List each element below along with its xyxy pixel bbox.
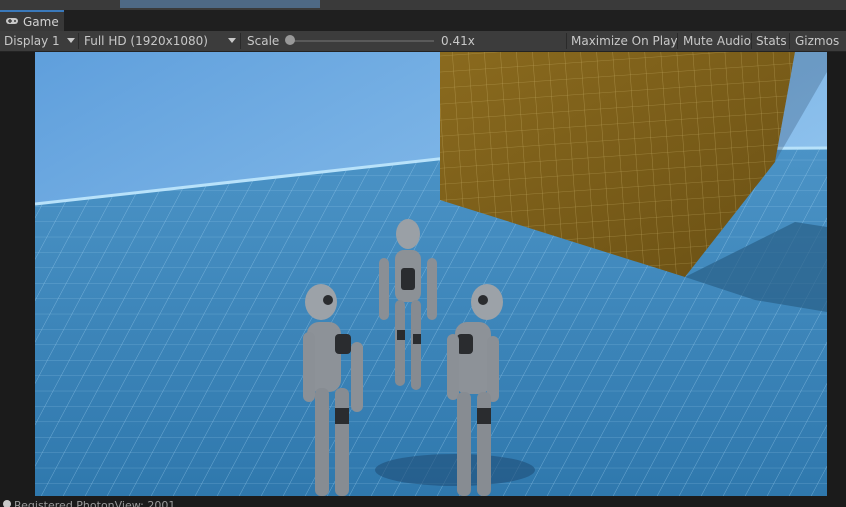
scene-view-edge — [120, 0, 320, 8]
toolbar-separator — [240, 33, 241, 49]
status-message: Registered PhotonView: 2001 — [14, 499, 176, 507]
scale-slider-handle[interactable] — [285, 35, 295, 45]
scale-label-text: Scale — [247, 34, 280, 48]
scale-label: Scale — [247, 31, 279, 51]
gizmos-button[interactable]: Gizmos — [792, 31, 842, 51]
resolution-chevron-down-icon — [228, 38, 236, 43]
toolbar-separator — [78, 33, 79, 49]
resolution-dropdown[interactable]: Full HD (1920x1080) — [84, 31, 208, 51]
scale-value: 0.41x — [441, 31, 475, 51]
mute-audio-label: Mute Audio — [683, 34, 751, 48]
robot-shadow — [375, 454, 535, 486]
scale-value-text: 0.41x — [441, 34, 475, 48]
editor-top-strip — [0, 0, 846, 10]
tab-game[interactable]: Game — [0, 10, 64, 31]
display-chevron-down-icon — [67, 38, 75, 43]
toolbar-separator — [677, 33, 678, 49]
viewport-letterbox-right — [827, 52, 846, 496]
mute-audio-button[interactable]: Mute Audio — [680, 31, 754, 51]
gizmos-label: Gizmos — [795, 34, 840, 48]
status-bar[interactable]: Registered PhotonView: 2001 — [0, 496, 846, 507]
toolbar-separator — [751, 33, 752, 49]
toolbar-separator — [566, 33, 567, 49]
scale-slider-track[interactable] — [292, 40, 434, 42]
resolution-dropdown-label: Full HD (1920x1080) — [84, 34, 208, 48]
stats-label: Stats — [756, 34, 787, 48]
gamepad-icon — [5, 15, 19, 29]
game-scene — [35, 52, 827, 496]
display-dropdown-label: Display 1 — [4, 34, 60, 48]
tab-bar: Game — [0, 10, 846, 32]
display-dropdown[interactable]: Display 1 — [4, 31, 60, 51]
game-viewport[interactable] — [35, 52, 827, 496]
game-view-toolbar: Display 1 Full HD (1920x1080) Scale 0.41… — [0, 31, 846, 52]
maximize-on-play-button[interactable]: Maximize On Play — [568, 31, 681, 51]
info-icon — [3, 500, 11, 507]
stats-button[interactable]: Stats — [753, 31, 790, 51]
tab-game-label: Game — [23, 14, 59, 29]
viewport-letterbox-left — [0, 52, 35, 496]
maximize-on-play-label: Maximize On Play — [571, 34, 678, 48]
toolbar-separator — [789, 33, 790, 49]
